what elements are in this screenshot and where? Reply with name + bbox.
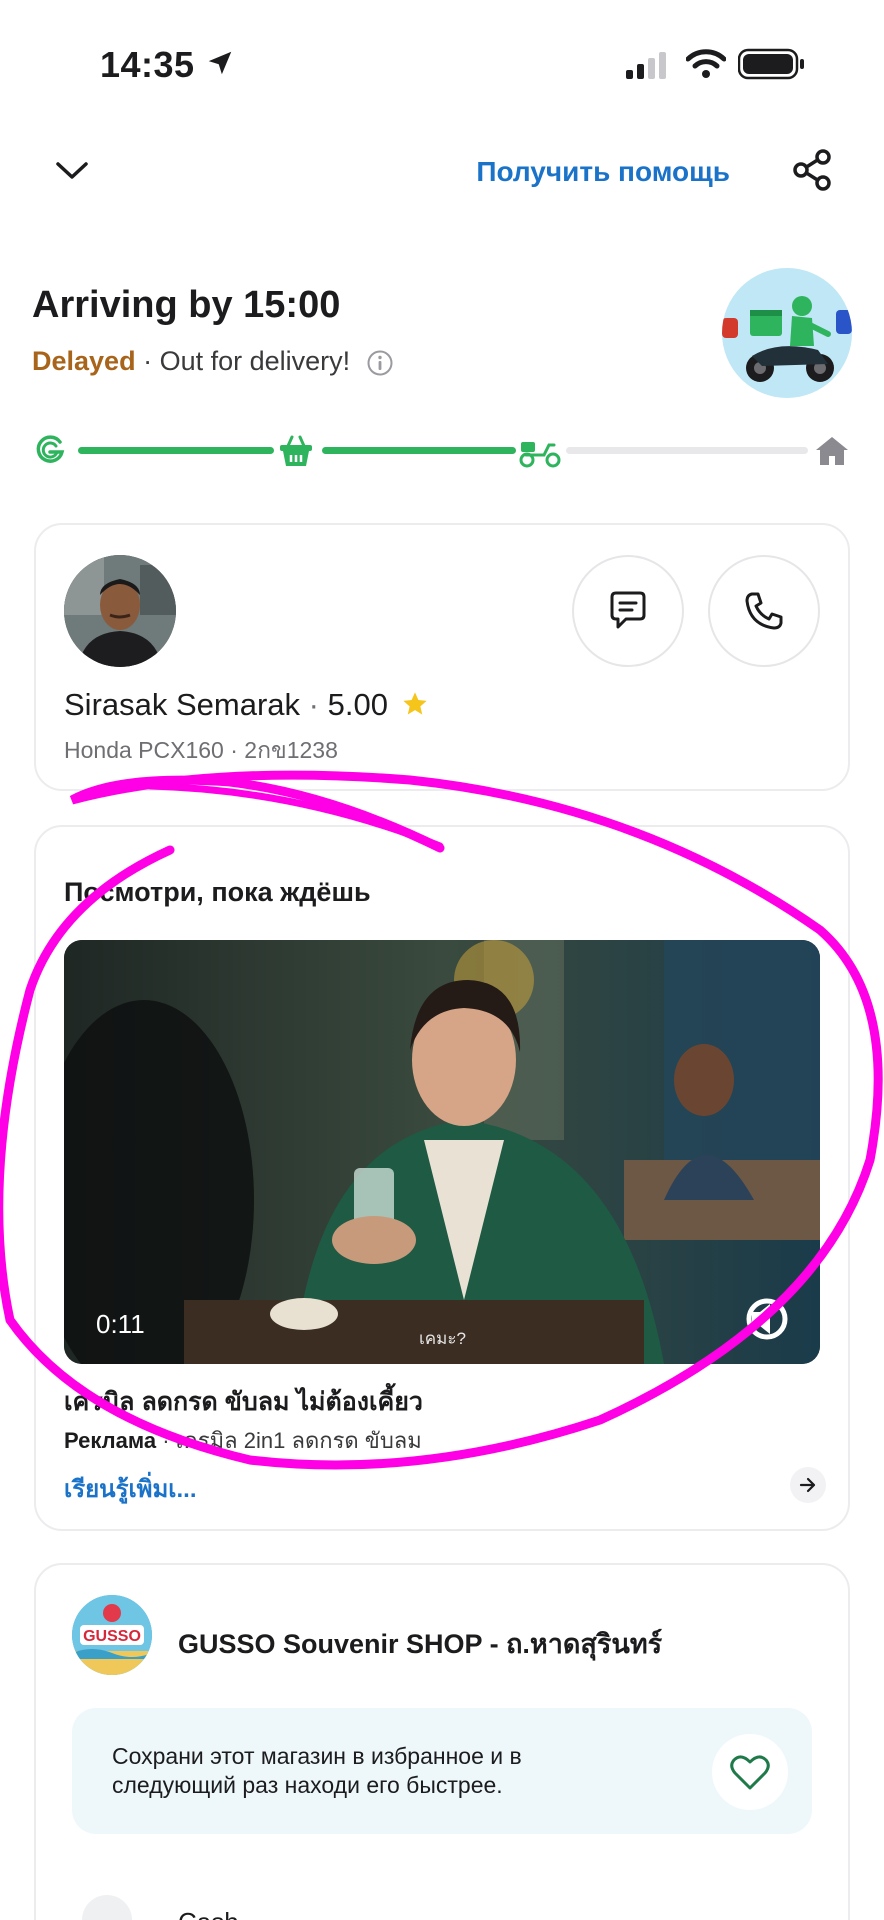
favorite-shop-banner: Сохрани этот магазин в избранное и в сле… (72, 1708, 812, 1834)
driver-name-rating: Sirasak Semarak · 5.00 (64, 687, 429, 723)
heart-icon (730, 1755, 770, 1790)
delivery-status-text: · Out for delivery! (143, 346, 351, 376)
star-icon (402, 692, 427, 715)
favorite-shop-text: Сохрани этот магазин в избранное и в сле… (112, 1743, 522, 1798)
basket-icon (280, 435, 312, 466)
top-nav: Получить помощь (0, 140, 884, 210)
progress-segment-1 (78, 447, 274, 454)
shop-name[interactable]: GUSSO Souvenir SHOP - ถ.หาดสุรินทร์ (178, 1622, 662, 1665)
signal-icon (626, 52, 666, 79)
vehicle-info: Honda PCX160 · 2กข1238 (64, 737, 338, 763)
call-button[interactable] (708, 555, 820, 667)
driver-name: Sirasak Semarak (64, 687, 301, 722)
volume-icon[interactable] (744, 1296, 790, 1342)
chevron-down-icon[interactable] (52, 150, 92, 190)
shop-logo: GUSSO (72, 1595, 152, 1675)
ad-heading: Посмотри, пока ждёшь (64, 877, 371, 907)
learn-more-link[interactable]: เรียนรู้เพิ่มเ... (64, 1469, 197, 1508)
payment-label: Cash (178, 1907, 239, 1920)
courier-illustration (722, 268, 852, 398)
ad-video[interactable]: 0:11 เคมะ? (64, 940, 820, 1364)
location-arrow-icon (208, 51, 232, 75)
ad-label: Реклама (64, 1428, 157, 1453)
delivery-status: Delayed · Out for delivery! (32, 346, 394, 377)
phone-icon (745, 592, 783, 630)
arrow-right-icon (799, 1477, 816, 1493)
delivery-progress (34, 430, 852, 470)
grab-logo-icon (36, 435, 65, 463)
get-help-link[interactable]: Получить помощь (476, 156, 730, 188)
driver-card: Sirasak Semarak · 5.00 Honda PCX160 · 2ก… (34, 523, 850, 791)
wifi-icon (686, 49, 726, 78)
home-icon (816, 437, 848, 465)
driver-photo (64, 555, 176, 667)
share-icon[interactable] (790, 148, 834, 192)
chat-button[interactable] (572, 555, 684, 667)
favorite-button[interactable] (712, 1734, 788, 1810)
driver-rating: 5.00 (327, 687, 388, 722)
shop-card: GUSSO GUSSO Souvenir SHOP - ถ.หาดสุรินทร… (34, 1563, 850, 1920)
ad-arrow-button[interactable] (790, 1467, 826, 1503)
ad-title: เครมิล ลดกรด ขับลม ไม่ต้องเคี้ยว (64, 1388, 423, 1416)
cash-icon (82, 1895, 132, 1920)
chat-icon (610, 591, 646, 629)
scooter-icon (519, 442, 561, 468)
ad-meta: Реклама · เครมิล 2in1 ลดกรด ขับลม (64, 1423, 422, 1458)
ad-card: Посмотри, пока ждёшь 0:11 เคมะ? เครมิล ล… (34, 825, 850, 1531)
video-subtitle: เคมะ? (419, 1329, 466, 1348)
shop-logo-text: GUSSO (83, 1628, 141, 1645)
info-icon[interactable] (366, 349, 394, 377)
delayed-badge: Delayed (32, 346, 136, 376)
battery-icon (738, 48, 804, 80)
video-time: 0:11 (96, 1309, 145, 1339)
progress-segment-2 (322, 447, 516, 454)
rating-separator: · (308, 687, 319, 722)
status-time: 14:35 (100, 44, 195, 85)
arrival-time-title: Arriving by 15:00 (32, 284, 341, 326)
progress-segment-3 (566, 447, 808, 454)
ad-advertiser: · เครมิล 2in1 ลดกรด ขับลม (156, 1428, 422, 1453)
status-bar: 14:35 (0, 0, 884, 130)
